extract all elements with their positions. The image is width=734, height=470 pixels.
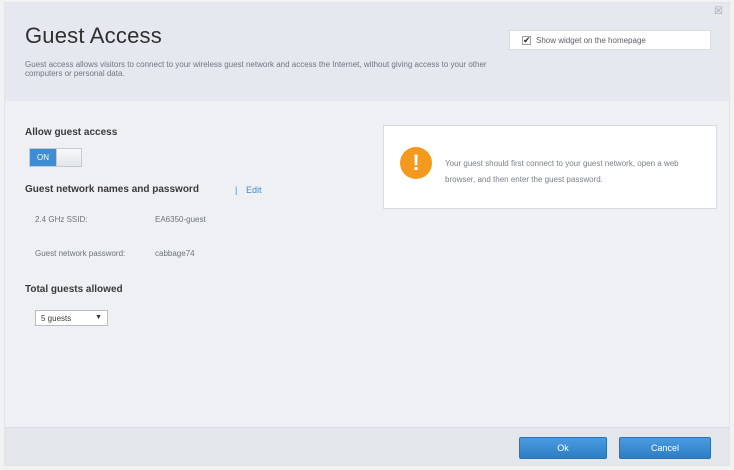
allow-guest-access-label: Allow guest access (25, 127, 118, 138)
info-note-text: Your guest should first connect to your … (445, 159, 679, 184)
checkmark-icon: ✔ (523, 34, 531, 45)
header-panel: Guest Access Guest access allows visitor… (5, 3, 729, 101)
total-guests-label: Total guests allowed (25, 284, 123, 295)
cancel-button[interactable]: Cancel (619, 437, 711, 459)
password-label: Guest network password: (35, 249, 126, 258)
show-widget-checkbox[interactable]: ✔ (522, 34, 531, 45)
ssid-label: 2.4 GHz SSID: (35, 215, 88, 224)
dropdown-arrow-icon: ▼ (95, 314, 102, 321)
page-title: Guest Access (25, 23, 162, 48)
edit-separator: | (235, 185, 238, 195)
ok-button[interactable]: Ok (519, 437, 607, 459)
guest-access-dialog: Guest Access Guest access allows visitor… (4, 2, 730, 466)
info-note-box: ! Your guest should first connect to you… (383, 125, 717, 209)
guest-network-label: Guest network names and password (25, 184, 199, 195)
guest-access-toggle[interactable]: ON (29, 148, 82, 167)
edit-link[interactable]: Edit (246, 185, 262, 195)
toggle-on-label: ON (30, 149, 56, 166)
footer-bar: Ok Cancel (5, 427, 729, 465)
close-icon[interactable]: ☒ (714, 7, 723, 17)
page-description: Guest access allows visitors to connect … (25, 60, 487, 78)
password-value: cabbage74 (155, 249, 195, 258)
show-widget-label: Show widget on the homepage (536, 35, 646, 45)
toggle-knob[interactable] (56, 149, 81, 166)
total-guests-selected: 5 guests (41, 313, 72, 323)
ssid-value: EA6350-guest (155, 215, 206, 224)
warning-icon: ! (400, 147, 432, 179)
show-widget-option[interactable]: ✔ Show widget on the homepage (509, 30, 711, 50)
total-guests-select[interactable]: 5 guests ▼ (35, 310, 108, 326)
